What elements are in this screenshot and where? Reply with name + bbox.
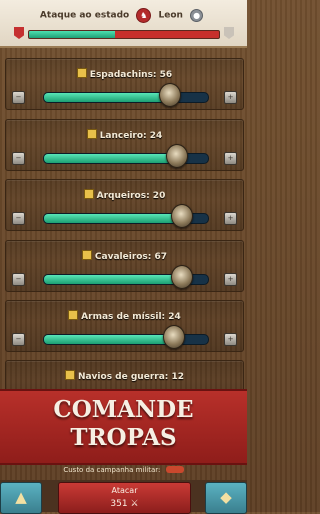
unit-label: Espadachins: 56 [89, 70, 173, 80]
unit-label: Navios de guerra: 12 [77, 372, 185, 382]
opponent-emblem-icon: ● [190, 9, 204, 22]
horse-emblem-icon: ♞ [136, 8, 152, 23]
attack-label: Atacar [111, 486, 138, 495]
unit-panel-swordsmen: Espadachins: 56 − + [5, 58, 244, 110]
slider-fill [44, 214, 182, 223]
decrease-button[interactable]: − [12, 212, 25, 225]
increase-button[interactable]: + [224, 152, 237, 165]
unit-panel-archers: Arqueiros: 20 − + [5, 179, 244, 231]
increase-button[interactable]: + [224, 333, 237, 346]
slider-knob[interactable] [165, 144, 188, 168]
increase-button[interactable]: + [224, 212, 237, 225]
compass-icon: ◆ [220, 488, 232, 506]
decrease-button[interactable]: − [12, 152, 25, 165]
promo-banner: COMANDE TROPAS [0, 389, 247, 465]
edit-icon[interactable] [76, 68, 87, 78]
edit-icon[interactable] [81, 250, 92, 260]
slider-fill [44, 93, 171, 102]
slider-knob[interactable] [170, 204, 193, 228]
unit-label: Armas de míssil: 24 [81, 312, 181, 322]
increase-button[interactable]: + [224, 273, 237, 286]
page-title: Ataque ao estado [39, 10, 130, 21]
increase-button[interactable]: + [224, 91, 237, 104]
edit-icon[interactable] [68, 310, 79, 320]
unit-slider[interactable] [43, 92, 209, 103]
unit-panel-spearmen: Lanceiro: 24 − + [5, 119, 244, 171]
title-row: Ataque ao estado ♞ Leon ● [0, 8, 247, 23]
edit-icon[interactable] [64, 370, 75, 380]
opponent-name: Leon [158, 10, 183, 21]
decrease-button[interactable]: − [12, 91, 25, 104]
attack-button[interactable]: Atacar 351 ⚔ [58, 482, 191, 514]
swords-icon: ⚔ [130, 499, 139, 509]
banner-line-2: TROPAS [70, 424, 177, 451]
enemy-flag-icon [224, 27, 234, 39]
edit-icon[interactable] [86, 129, 97, 139]
decrease-button[interactable]: − [12, 333, 25, 346]
slider-knob[interactable] [170, 265, 193, 289]
unit-label: Arqueiros: 20 [96, 191, 166, 201]
top-header: Ataque ao estado ♞ Leon ● [0, 0, 247, 48]
battle-progress [14, 27, 234, 39]
cost-coin-icon [165, 466, 184, 473]
edit-icon[interactable] [83, 189, 94, 199]
unit-panel-knights: Cavaleiros: 67 − + [5, 240, 244, 292]
unit-label: Cavaleiros: 67 [94, 252, 168, 262]
player-flag-icon [14, 27, 24, 39]
unit-panel-missile-weapons: Armas de míssil: 24 − + [5, 300, 244, 352]
banner-line-1: COMANDE [53, 396, 194, 423]
slider-knob[interactable] [162, 325, 185, 349]
cost-label: Custo da campanha militar: [63, 466, 161, 474]
campaign-cost: Custo da campanha militar: [0, 466, 247, 474]
battle-progress-fill [29, 31, 115, 38]
slider-fill [44, 154, 177, 163]
home-button[interactable]: ▲ [0, 482, 42, 514]
slider-fill [44, 275, 182, 284]
battle-progress-bar [28, 30, 220, 39]
unit-label: Lanceiro: 24 [99, 131, 163, 141]
decrease-button[interactable]: − [12, 273, 25, 286]
slider-knob[interactable] [159, 83, 182, 107]
slider-fill [44, 335, 174, 344]
castle-icon: ▲ [15, 488, 27, 506]
map-button[interactable]: ◆ [205, 482, 247, 514]
attack-value: 351 [110, 499, 128, 509]
